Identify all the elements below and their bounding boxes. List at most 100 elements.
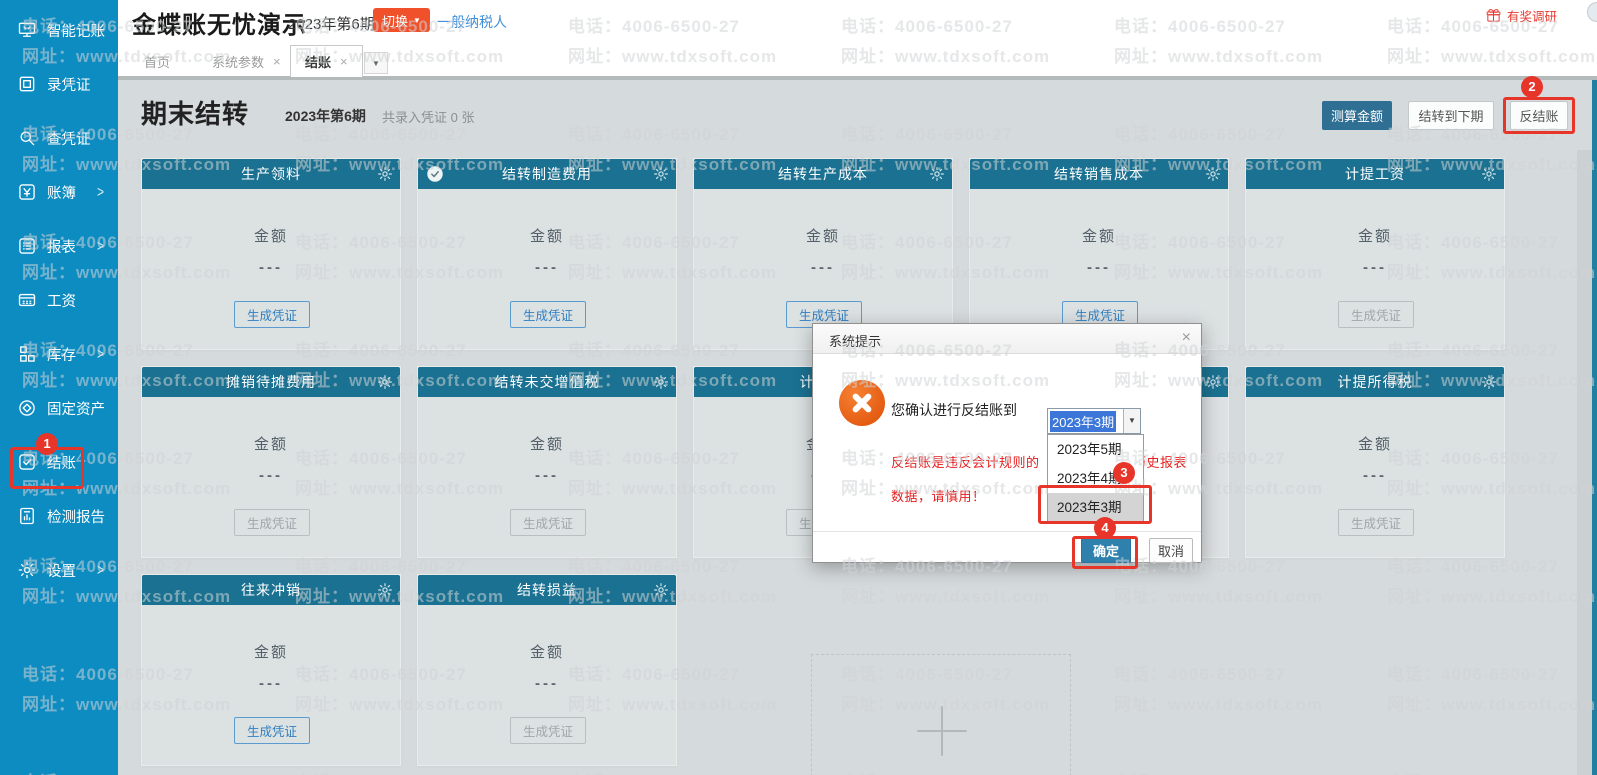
card-title: 计提所得税 [1338,372,1413,392]
gift-icon [1485,7,1502,24]
calculate-amount-button[interactable]: 测算金额 [1322,101,1392,130]
tab-0[interactable]: 首页 [130,47,184,76]
sidebar-item-9[interactable]: 检测报告 [0,489,118,543]
sidebar-item-label: 工资 [47,290,76,311]
sidebar-item-3[interactable]: 账簿 > [0,165,118,219]
amount-value: --- [418,467,676,484]
dialog-title: 系统提示 [829,331,881,350]
gear-icon[interactable] [929,166,945,182]
close-icon[interactable]: × [1182,329,1191,347]
card-header: 结转未交增值税 [418,367,676,397]
sidebar-item-label: 查凭证 [47,128,91,149]
reverse-closing-button[interactable]: 反结账 [1510,101,1568,130]
dropdown-option-0[interactable]: 2023年5期 [1048,435,1143,464]
sidebar-item-7[interactable]: 固定资产 [0,381,118,435]
generate-voucher-button[interactable]: 生成凭证 [510,717,586,744]
switch-period-button[interactable]: 切换 ▼ [373,8,430,32]
gear-icon[interactable] [1205,374,1221,390]
gear-icon[interactable] [653,166,669,182]
report-icon [17,236,37,256]
generate-voucher-button[interactable]: 生成凭证 [234,509,310,536]
chevron-right-icon: > [97,183,104,201]
gear-icon[interactable] [377,374,393,390]
sidebar-item-6[interactable]: 库存> [0,327,118,381]
sidebar: 智能记账录凭证查凭证账簿 > 报表> 工资库存>固定资产结账检测报告设置> [0,0,118,775]
right-edge-bar [1592,80,1597,775]
inspection-report-icon [17,506,37,526]
period-select[interactable]: 2023年3期 ▼ [1047,408,1141,434]
tab-label: 结账 [305,52,331,71]
amount-label: 金额 [418,433,676,454]
tab-2[interactable]: 结账 × [290,45,363,77]
add-period-end-card[interactable]: 新增期末结转 [811,654,1071,775]
card-title: 结转生产成本 [778,164,868,184]
amount-value: --- [142,259,400,276]
sidebar-item-0[interactable]: 智能记账 [0,3,118,57]
amount-value: --- [970,259,1228,276]
generate-voucher-button[interactable]: 生成凭证 [510,509,586,536]
taxpayer-type-link[interactable]: 一般纳税人 [437,12,507,32]
sidebar-item-1[interactable]: 录凭证 [0,57,118,111]
dropdown-option-2[interactable]: 2023年3期 [1048,493,1143,522]
scrollbar-track[interactable] [1577,150,1592,775]
amount-label: 金额 [142,641,400,662]
amount-label: 金额 [142,225,400,246]
generate-voucher-button[interactable]: 生成凭证 [1338,301,1414,328]
card-header: 计提工资 [1246,159,1504,189]
tab-bar: 首页 系统参数 × 结账 × ▼ [118,42,1597,80]
generate-voucher-button[interactable]: 生成凭证 [510,301,586,328]
ok-button[interactable]: 确定 [1081,538,1131,563]
closing-card-1-0: 摊销待摊费用金额---生成凭证 [141,366,401,558]
gear-icon[interactable] [1481,374,1497,390]
tab-1[interactable]: 系统参数 × [198,47,295,76]
carry-to-next-period-button[interactable]: 结转到下期 [1408,101,1494,130]
amount-label: 金额 [142,433,400,454]
amount-label: 金额 [418,641,676,662]
closing-card-2-0: 往来冲销金额---生成凭证 [141,574,401,766]
close-icon[interactable]: × [340,54,348,69]
gear-icon[interactable] [1205,166,1221,182]
amount-value: --- [418,259,676,276]
generate-voucher-button[interactable]: 生成凭证 [234,301,310,328]
generate-voucher-button[interactable]: 生成凭证 [234,717,310,744]
generate-voucher-button[interactable]: 生成凭证 [1338,509,1414,536]
closing-card-1-4: 计提所得税金额---生成凭证 [1245,366,1505,558]
chevron-down-icon: ▼ [413,16,421,25]
gear-icon[interactable] [653,374,669,390]
payroll-icon [17,290,37,310]
sidebar-item-8[interactable]: 结账 [0,435,118,489]
cancel-button[interactable]: 取消 [1149,538,1193,563]
survey-link[interactable]: 有奖调研 [1485,6,1557,25]
close-icon[interactable]: × [273,54,281,69]
sidebar-item-5[interactable]: 工资 [0,273,118,327]
tab-label: 系统参数 [212,52,264,71]
sidebar-item-2[interactable]: 查凭证 [0,111,118,165]
closing-card-0-4: 计提工资金额---生成凭证 [1245,158,1505,350]
amount-label: 金额 [694,225,952,246]
ledger-icon [17,182,37,202]
amount-value: --- [418,675,676,692]
amount-label: 金额 [418,225,676,246]
confirm-text: 您确认进行反结账到 [891,400,1017,420]
gear-icon[interactable] [653,582,669,598]
sidebar-item-label: 账簿 [47,182,76,203]
card-title: 生产领料 [241,164,301,184]
dialog-footer: 确定 取消 [813,531,1201,564]
dropdown-option-1[interactable]: 2023年4期 [1048,464,1143,493]
chevron-down-icon[interactable]: ▼ [1123,409,1140,433]
closing-card-2-1: 结转损益金额---生成凭证 [417,574,677,766]
tab-list-dropdown[interactable]: ▼ [364,52,388,74]
gear-icon[interactable] [377,582,393,598]
card-header: 结转生产成本 [694,159,952,189]
closing-card-0-0: 生产领料金额 --- 生成凭证 [141,158,401,350]
card-header: 生产领料 [142,159,400,189]
check-circle-icon [426,165,444,183]
sidebar-item-4[interactable]: 报表> [0,219,118,273]
card-header: 结转制造费用 [418,159,676,189]
period-select-value: 2023年3期 [1050,411,1116,432]
gear-icon[interactable] [377,166,393,182]
gear-icon[interactable] [1481,166,1497,182]
corner-widget[interactable] [1587,2,1597,22]
app-root: 智能记账录凭证查凭证账簿>报表>工资库存>固定资产结账检测报告设置> 金蝶账无忧… [0,0,1597,775]
sidebar-item-10[interactable]: 设置> [0,543,118,597]
